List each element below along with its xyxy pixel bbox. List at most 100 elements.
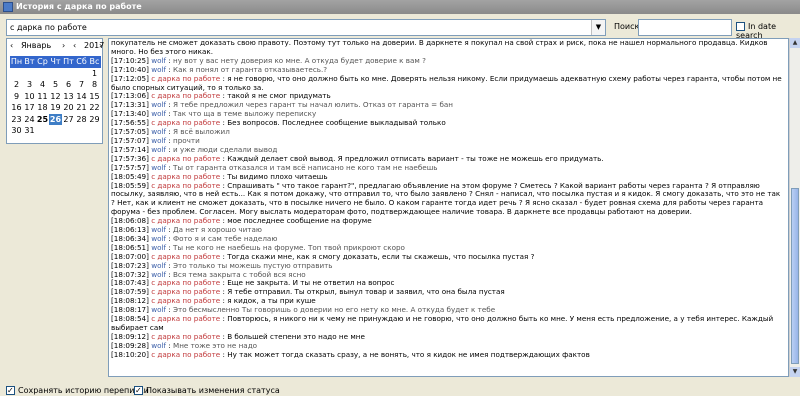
message-timestamp: [18:07:00] [111, 251, 149, 261]
calendar-day[interactable]: 15 [88, 91, 101, 103]
message-author: wolf [151, 162, 166, 172]
message-timestamp: [17:57:36] [111, 153, 149, 163]
message-author: wolf [151, 242, 166, 252]
save-history-option[interactable]: Сохранять историю переписки [6, 386, 149, 395]
message-timestamp: [18:08:12] [111, 296, 149, 306]
search-input[interactable] [638, 19, 732, 36]
prev-month-icon[interactable]: ‹ [10, 41, 13, 50]
calendar-day[interactable]: 29 [88, 114, 101, 126]
calendar-day[interactable]: 20 [62, 102, 75, 114]
message-author: wolf [151, 340, 166, 350]
calendar-day[interactable]: 12 [49, 91, 62, 103]
scroll-up-icon[interactable]: ▲ [790, 38, 800, 48]
message-timestamp: [18:07:32] [111, 269, 149, 279]
calendar-day[interactable]: 25 [36, 114, 49, 126]
message-text: Это только ты можешь пустую отправить [173, 260, 333, 270]
window-title: История с дарка по работе [16, 2, 142, 11]
calendar-day[interactable]: 13 [62, 91, 75, 103]
calendar-day[interactable]: 4 [36, 79, 49, 91]
calendar-day[interactable]: 30 [10, 125, 23, 137]
calendar-day [62, 125, 75, 137]
calendar-day[interactable]: 3 [23, 79, 36, 91]
calendar-weekday: Пт [62, 56, 75, 68]
calendar-day [49, 125, 62, 137]
calendar-day[interactable]: 1 [88, 68, 101, 80]
message-text: прочти [173, 135, 200, 145]
next-month-icon[interactable]: › [62, 41, 65, 50]
scroll-down-icon[interactable]: ▼ [790, 367, 800, 377]
calendar-day[interactable]: 21 [75, 102, 88, 114]
calendar-day [62, 68, 75, 80]
scrollbar-thumb[interactable] [791, 188, 799, 364]
calendar-day[interactable]: 10 [23, 91, 36, 103]
calendar-day[interactable]: 16 [10, 102, 23, 114]
save-history-checkbox[interactable] [6, 386, 15, 395]
in-date-search-checkbox[interactable] [736, 22, 745, 31]
calendar-day[interactable]: 8 [88, 79, 101, 91]
calendar-week: 30 31 [10, 125, 101, 137]
calendar-day [75, 125, 88, 137]
message-author: с дарка по работе [151, 180, 221, 190]
prev-year-icon[interactable]: ‹ [73, 41, 76, 50]
calendar-day[interactable]: 31 [23, 125, 36, 137]
message-timestamp: [17:57:05] [111, 127, 149, 137]
contact-select-value: с дарка по работе [10, 23, 87, 32]
message-timestamp: [18:05:59] [111, 180, 149, 190]
calendar-day[interactable]: 7 [75, 79, 88, 91]
message-text: покупатель не сможет доказать свою право… [111, 38, 768, 56]
calendar-day[interactable]: 24 [23, 114, 36, 126]
calendar-day[interactable]: 17 [23, 102, 36, 114]
calendar-day[interactable]: 28 [75, 114, 88, 126]
calendar-day[interactable]: 14 [75, 91, 88, 103]
calendar-day[interactable]: 27 [62, 114, 75, 126]
message-author: wolf [151, 233, 166, 243]
message-text: Мне тоже это не надо [173, 340, 258, 350]
message-line: [17:12:05] с дарка по работе : я не гово… [111, 73, 782, 92]
message-text: В большей степени это надо не мне [227, 331, 365, 341]
message-author: с дарка по работе [151, 349, 221, 359]
message-text: Я тебе отправил. Ты открыл, вынул товар … [227, 287, 505, 297]
message-history[interactable]: покупатель не сможет доказать свою право… [108, 38, 789, 377]
calendar-day [10, 68, 23, 80]
calendar-day [49, 68, 62, 80]
message-author: wolf [151, 100, 166, 110]
message-line: [17:57:05] wolf : Я всё выложил [111, 127, 230, 137]
calendar-day[interactable]: 9 [10, 91, 23, 103]
message-timestamp: [17:10:25] [111, 55, 149, 65]
calendar-day[interactable]: 19 [49, 102, 62, 114]
calendar-month[interactable]: Январь [21, 41, 51, 50]
calendar-day [88, 125, 101, 137]
message-author: wolf [151, 225, 166, 235]
message-timestamp: [17:10:40] [111, 64, 149, 74]
history-scrollbar[interactable]: ▲ ▼ [789, 38, 800, 377]
show-status-label: Показывать изменения статуса [146, 386, 280, 395]
message-timestamp: [18:06:51] [111, 242, 149, 252]
calendar-day[interactable]: 18 [36, 102, 49, 114]
chevron-down-icon[interactable]: ▼ [591, 20, 605, 35]
message-timestamp: [17:57:14] [111, 144, 149, 154]
message-author: с дарка по работе [151, 331, 221, 341]
calendar-day[interactable]: 26 [49, 113, 62, 125]
calendar-day[interactable]: 22 [88, 102, 101, 114]
show-status-checkbox[interactable] [134, 386, 143, 395]
message-author: с дарка по работе [151, 118, 221, 128]
message-text: Как я понял от гаранта отказываетесь.? [173, 64, 328, 74]
message-timestamp: [18:06:13] [111, 225, 149, 235]
next-year-icon[interactable]: › [99, 41, 102, 50]
calendar-day[interactable]: 5 [49, 79, 62, 91]
message-text: мое последнее сообщение на форуме [227, 216, 372, 226]
message-timestamp: [17:57:07] [111, 135, 149, 145]
show-status-option[interactable]: Показывать изменения статуса [134, 386, 280, 395]
calendar-day[interactable]: 23 [10, 114, 23, 126]
message-text: Так что ща в теме выложу переписку [173, 109, 317, 119]
calendar-week: 1 [10, 68, 101, 80]
calendar-day [23, 68, 36, 80]
message-timestamp: [18:09:12] [111, 331, 149, 341]
calendar-day[interactable]: 2 [10, 79, 23, 91]
contact-select[interactable]: с дарка по работе ▼ [6, 19, 606, 36]
calendar-weekday: Ср [36, 56, 49, 68]
calendar-day[interactable]: 11 [36, 91, 49, 103]
message-text: Каждый делает свой вывод. Я предложил от… [227, 153, 604, 163]
calendar-weekday: Вт [23, 56, 36, 68]
calendar-day[interactable]: 6 [62, 79, 75, 91]
